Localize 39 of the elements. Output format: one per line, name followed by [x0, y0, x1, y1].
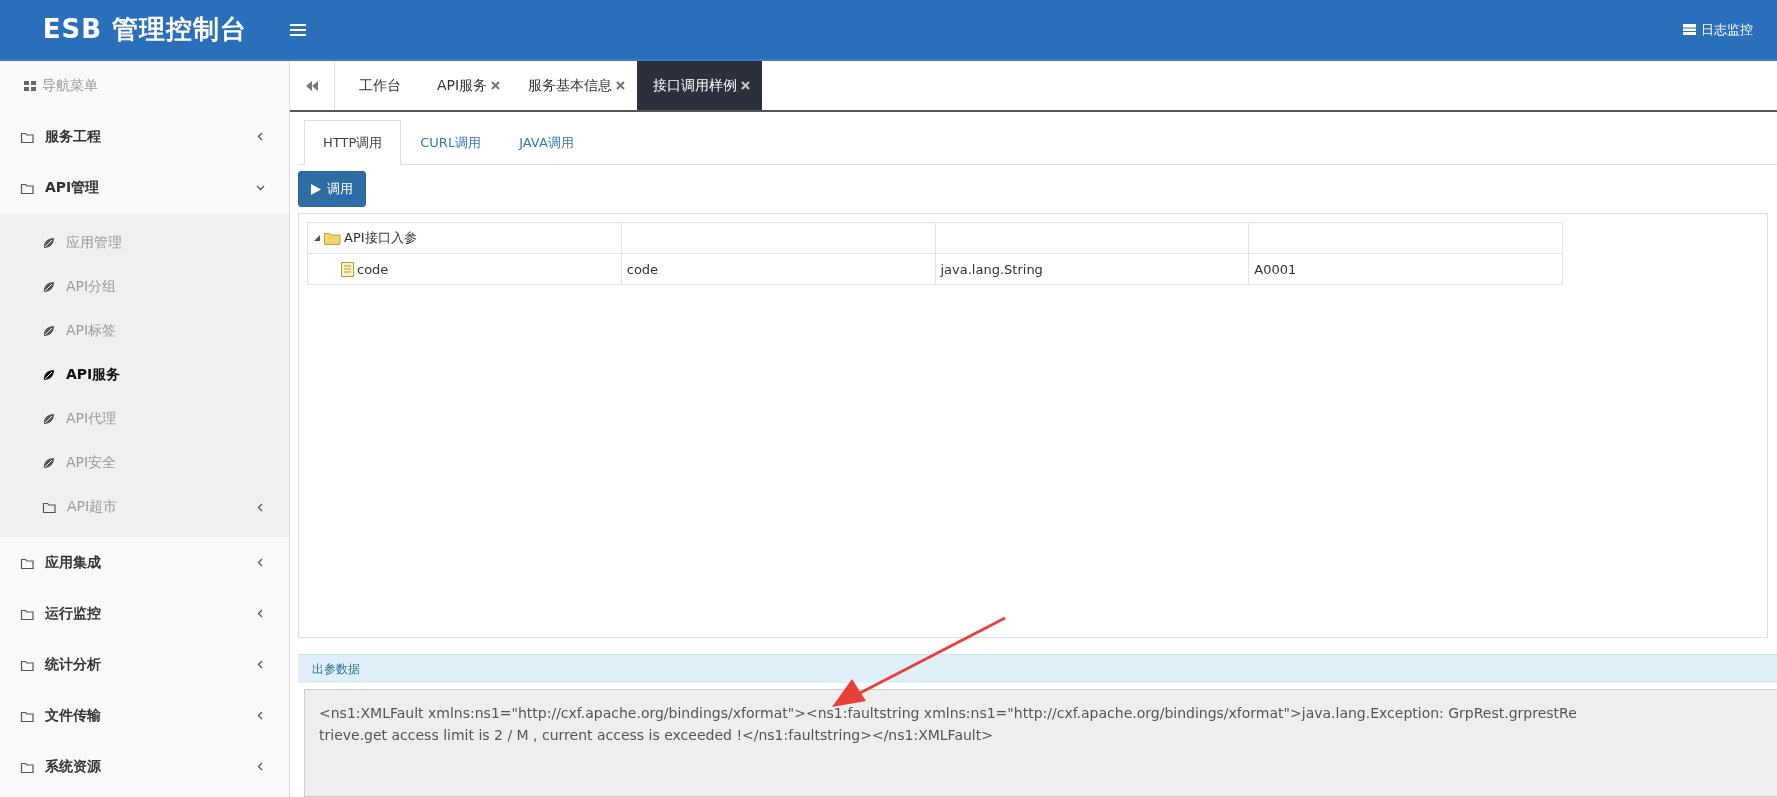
leaf-icon — [42, 324, 56, 338]
leaf-icon — [42, 412, 56, 426]
cell-text: API接口入参 — [344, 229, 417, 247]
list-icon — [1683, 24, 1696, 35]
table-cell: java.lang.String — [935, 253, 1249, 285]
leaf-icon — [42, 236, 56, 250]
invoke-button[interactable]: 调用 — [298, 171, 366, 207]
document-icon — [341, 261, 354, 277]
folder-icon — [42, 500, 57, 514]
leaf-icon — [42, 368, 56, 382]
page-tab[interactable]: 接口调用样例 — [637, 61, 763, 110]
output-panel-heading: 出参数据 — [298, 654, 1777, 683]
sidebar-item[interactable]: 应用集成 — [0, 537, 289, 588]
call-tab[interactable]: JAVA调用 — [500, 120, 593, 165]
call-tab[interactable]: CURL调用 — [401, 120, 501, 165]
cell-text: code — [357, 261, 389, 277]
log-monitor-link[interactable]: 日志监控 — [1683, 20, 1753, 39]
menu-icon — [290, 23, 306, 36]
tree-cell[interactable]: API接口入参 — [307, 222, 622, 254]
leaf-icon — [42, 456, 56, 470]
table-cell: A0001 — [1248, 253, 1563, 285]
nav-heading: 导航菜单 — [42, 77, 98, 95]
sidebar-item[interactable]: API服务 — [0, 353, 289, 397]
call-tab[interactable]: HTTP调用 — [304, 120, 402, 165]
sidebar-item[interactable]: API管理 — [0, 162, 289, 213]
output-text-area[interactable]: <ns1:XMLFault xmlns:ns1="http://cxf.apache.org/bindings/xformat"><ns1:faultstring xmlns:ns1="http://cxf.apache.org/bindings/xformat">java.lang.Exception: GrpRest.grprestRetrieve.get access limit is 2 / M , current access is exceeded !</ns1:faultstring></ns1:XMLFault> — [304, 689, 1777, 797]
sidebar-item[interactable]: 运行监控 — [0, 588, 289, 639]
sidebar-item[interactable]: 文件传输 — [0, 690, 289, 741]
sidebar-item[interactable]: 统计分析 — [0, 639, 289, 690]
double-chevron-left-icon — [306, 80, 318, 91]
sidebar-item[interactable]: 服务工程 — [0, 111, 289, 162]
folder-icon — [324, 231, 341, 245]
table-cell: code — [621, 253, 935, 285]
grid-icon — [24, 81, 36, 91]
leaf-icon — [42, 280, 56, 294]
sidebar-item[interactable]: 系统资源 — [0, 741, 289, 792]
app-title: ESB 管理控制台 — [41, 13, 249, 46]
play-icon — [311, 183, 321, 195]
tree-cell[interactable]: code — [307, 253, 622, 285]
